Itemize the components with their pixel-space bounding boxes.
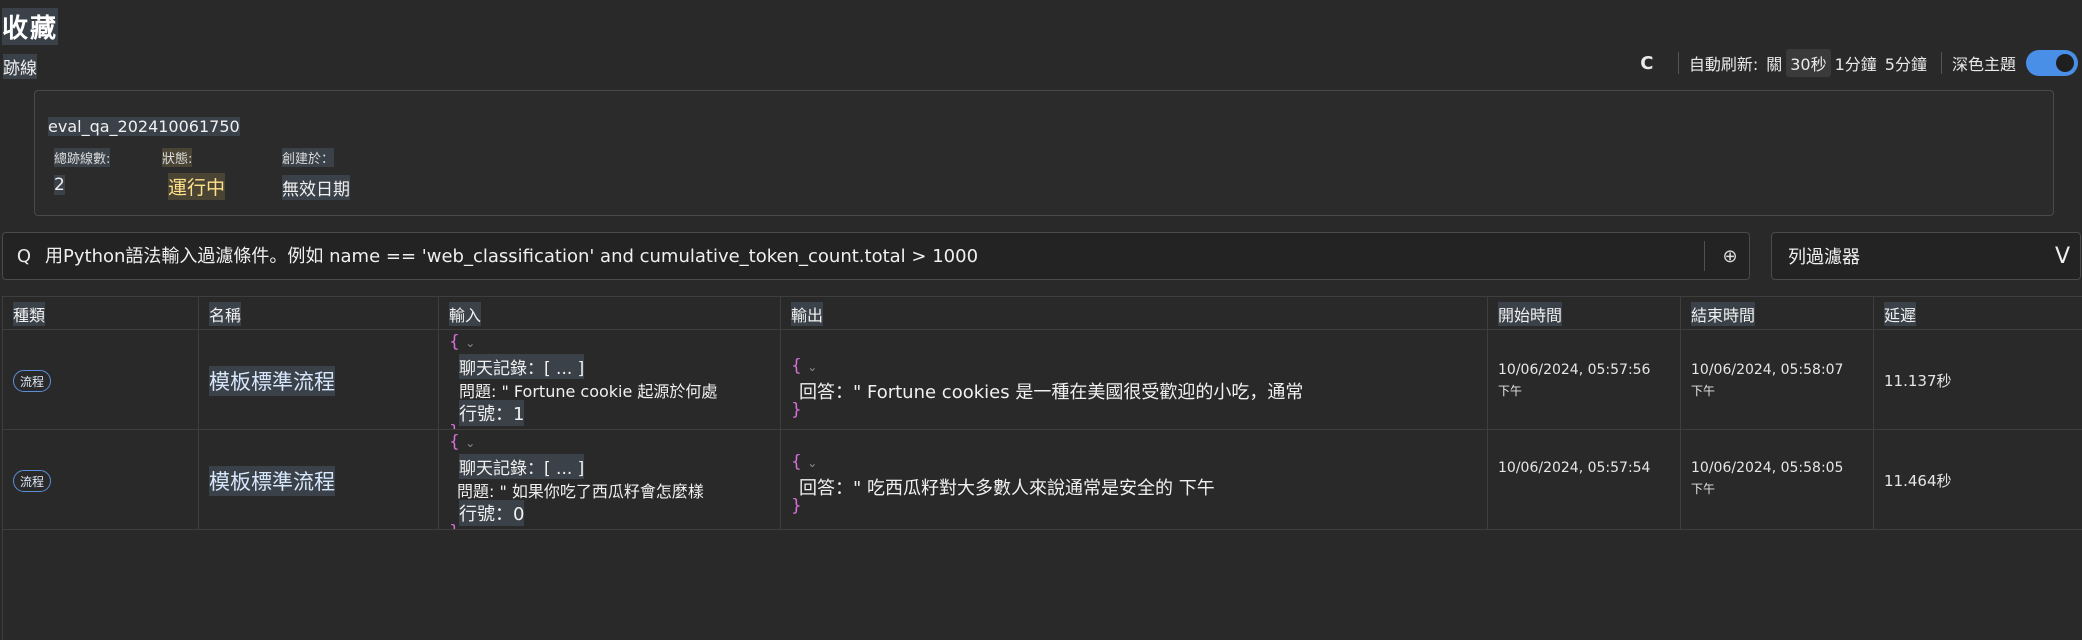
end-time-ampm: 下午 bbox=[1691, 384, 1716, 398]
search-icon: Q bbox=[16, 245, 32, 267]
start-time: 10/06/2024, 05:57:54 bbox=[1498, 460, 1651, 476]
collapse-caret-icon[interactable]: ⌄ bbox=[465, 436, 475, 450]
toggle-knob bbox=[2056, 54, 2074, 72]
refresh-icon[interactable]: C bbox=[1634, 53, 1660, 74]
auto-refresh-option-1m[interactable]: 1分鐘 bbox=[1831, 49, 1881, 77]
json-close-brace: } bbox=[449, 422, 460, 429]
toolbar-separator bbox=[1940, 52, 1942, 74]
json-close-brace: } bbox=[791, 400, 802, 420]
input-line-number: 行號：1 bbox=[459, 400, 525, 426]
input-question: 問題: " 如果你吃了西瓜籽會怎麼樣 bbox=[457, 482, 704, 501]
created-label: 創建於： bbox=[282, 148, 335, 167]
type-badge: 流程 bbox=[13, 370, 52, 392]
latency-value: 11.137秒 bbox=[1884, 372, 1952, 390]
trace-name-link[interactable]: 模板標準流程 bbox=[209, 466, 335, 496]
chevron-down-icon: V bbox=[2054, 243, 2070, 269]
start-time-ampm: 下午 bbox=[1498, 384, 1523, 398]
json-open-brace: { bbox=[791, 356, 802, 376]
json-open-brace: { bbox=[791, 452, 802, 472]
end-time: 10/06/2024, 05:58:07 bbox=[1691, 362, 1844, 378]
header-kind: 種類 bbox=[3, 297, 198, 330]
page-title: 收藏 bbox=[2, 8, 59, 45]
collapse-caret-icon[interactable]: ⌄ bbox=[465, 336, 475, 350]
start-time: 10/06/2024, 05:57:56 bbox=[1498, 362, 1651, 378]
json-close-brace: } bbox=[449, 522, 460, 529]
column-filter-label: 列過濾器 bbox=[1788, 247, 1860, 268]
table-row[interactable]: 流程 模板標準流程 { ⌄ 聊天記錄：[ ... ] 問題: " 如果你吃了西瓜… bbox=[3, 430, 2082, 530]
input-chat-history: 聊天記錄：[ ... ] bbox=[459, 454, 585, 479]
run-name: eval_qa_202410061750 bbox=[48, 117, 240, 136]
table-header: 種類 名稱 輸入 輸出 開始時間 結束時間 延遲 bbox=[3, 296, 2082, 330]
input-chat-history: 聊天記錄：[ ... ] bbox=[459, 354, 585, 379]
input-question: 問題: " Fortune cookie 起源於何處 bbox=[459, 382, 718, 401]
auto-refresh-option-off[interactable]: 關 bbox=[1762, 49, 1786, 77]
trace-name-link[interactable]: 模板標準流程 bbox=[209, 366, 335, 396]
header-end-time: 結束時間 bbox=[1680, 297, 1873, 330]
auto-refresh-option-30s[interactable]: 30秒 bbox=[1786, 49, 1831, 77]
auto-refresh-option-5m[interactable]: 5分鐘 bbox=[1881, 49, 1931, 77]
table-row[interactable]: 流程 模板標準流程 { ⌄ 聊天記錄：[ ... ] 問題: " Fortune… bbox=[3, 330, 2082, 430]
json-open-brace: { bbox=[449, 432, 460, 452]
status-value: 運行中 bbox=[168, 173, 226, 200]
run-info-card: eval_qa_202410061750 總跡線數: 狀態: 創建於： 2 運行… bbox=[34, 90, 2054, 216]
latency-value: 11.464秒 bbox=[1884, 472, 1952, 490]
input-line-number: 行號：0 bbox=[459, 500, 525, 526]
total-traces-label: 總跡線數: bbox=[54, 148, 111, 167]
filter-divider bbox=[1704, 241, 1705, 271]
toolbar-separator bbox=[1677, 52, 1679, 74]
collapse-caret-icon[interactable]: ⌄ bbox=[807, 360, 817, 374]
dark-theme-toggle[interactable] bbox=[2026, 50, 2078, 76]
header-input: 輸入 bbox=[438, 297, 780, 330]
toolbar: C 自動刷新: 關 30秒 1分鐘 5分鐘 深色主題 bbox=[1634, 48, 2082, 78]
total-traces-value: 2 bbox=[54, 175, 65, 195]
json-close-brace: } bbox=[791, 496, 802, 516]
created-value: 無效日期 bbox=[282, 175, 350, 200]
output-answer: 回答：" Fortune cookies 是一種在美國很受歡迎的小吃，通常 bbox=[799, 382, 1304, 403]
auto-refresh-label: 自動刷新: bbox=[1688, 55, 1759, 74]
filter-box: Q ⊕ bbox=[2, 232, 1750, 280]
column-filter-select[interactable]: 列過濾器 V bbox=[1771, 232, 2081, 280]
header-output: 輸出 bbox=[780, 297, 1487, 330]
end-time: 10/06/2024, 05:58:05 bbox=[1691, 460, 1844, 476]
filter-input[interactable] bbox=[45, 233, 1698, 279]
collapse-caret-icon[interactable]: ⌄ bbox=[807, 456, 817, 470]
header-start-time: 開始時間 bbox=[1487, 297, 1680, 330]
output-answer: 回答：" 吃西瓜籽對大多數人來說通常是安全的 下午 bbox=[799, 478, 1215, 499]
header-name: 名稱 bbox=[198, 297, 438, 330]
traces-label: 跡線 bbox=[3, 54, 37, 79]
dark-theme-label: 深色主題 bbox=[1951, 55, 2016, 74]
status-label: 狀態: bbox=[162, 148, 193, 167]
type-badge: 流程 bbox=[13, 470, 52, 492]
traces-table: 種類 名稱 輸入 輸出 開始時間 結束時間 延遲 流程 模板標準流程 { ⌄ 聊… bbox=[2, 296, 2082, 640]
end-time-ampm: 下午 bbox=[1691, 482, 1716, 496]
filter-settings-icon[interactable]: ⊕ bbox=[1711, 246, 1749, 267]
json-open-brace: { bbox=[449, 332, 460, 352]
header-latency: 延遲 bbox=[1873, 297, 2082, 330]
